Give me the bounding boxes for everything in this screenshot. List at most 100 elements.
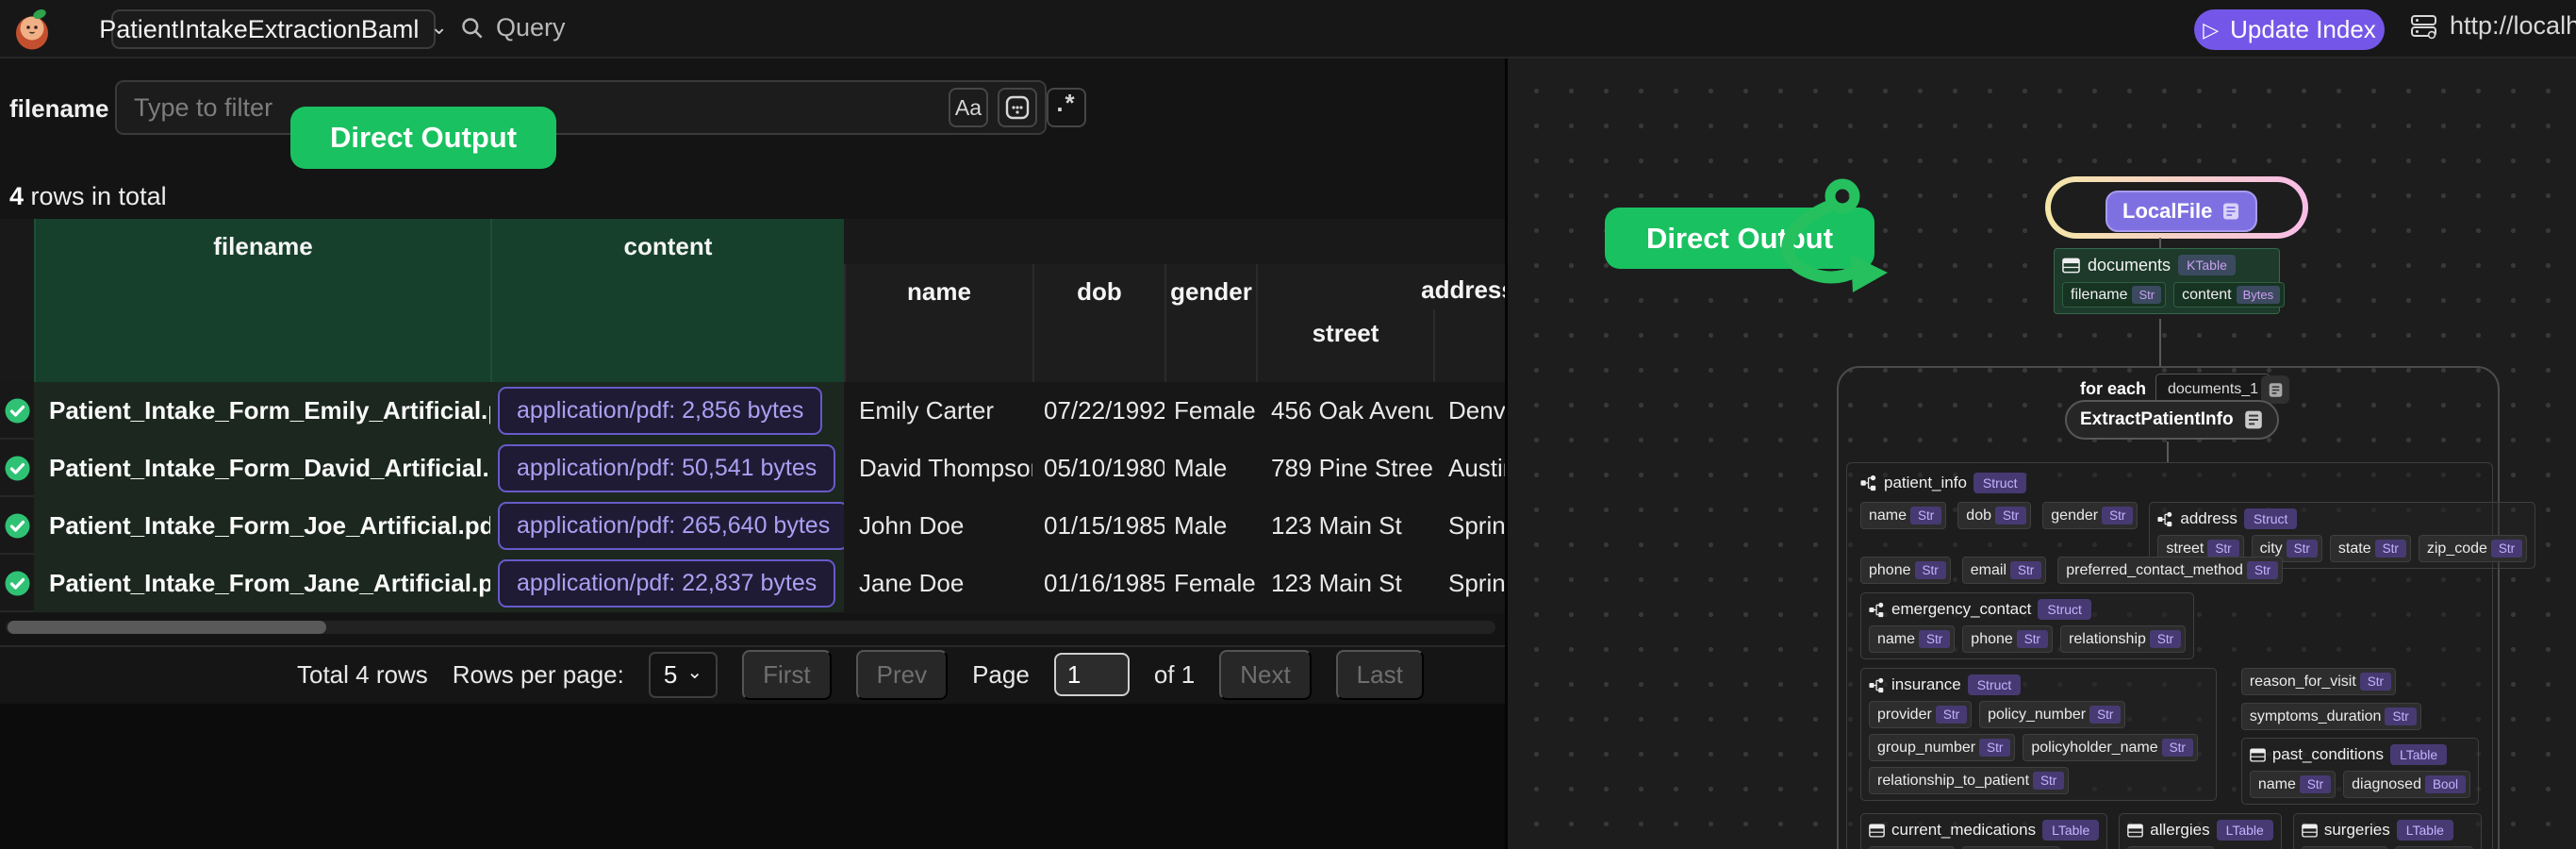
- pagination-bar: Total 4 rows Rows per page: 5 ⌄ First Pr…: [0, 645, 1505, 702]
- filter-column-label: filename: [9, 94, 109, 124]
- cell-content: application/pdf: 2,856 bytes: [490, 382, 844, 440]
- field-chip[interactable]: phoneStr: [1962, 625, 2053, 653]
- cell-name: Jane Doe: [844, 555, 1032, 612]
- cell-dob: 07/22/1992: [1032, 382, 1164, 440]
- content-pill[interactable]: application/pdf: 50,541 bytes: [498, 444, 835, 492]
- content-pill[interactable]: application/pdf: 265,640 bytes: [498, 502, 844, 550]
- cell-name: John Doe: [844, 497, 1032, 555]
- filter-input[interactable]: [115, 80, 1047, 135]
- field-chip[interactable]: nameStr: [1869, 625, 1955, 653]
- field-chip[interactable]: phoneStr: [1860, 557, 1951, 584]
- regex-icon[interactable]: .*: [1047, 88, 1086, 127]
- cell-gender: Male: [1164, 497, 1256, 555]
- documents-table-node[interactable]: documents KTable filenameStr contentByte…: [2054, 248, 2280, 314]
- field-chip[interactable]: policy_numberStr: [1979, 701, 2125, 728]
- scrollbar-thumb[interactable]: [8, 621, 326, 634]
- cell-city: Denver: [1433, 382, 1505, 440]
- rows-per-page-label: Rows per page:: [453, 660, 624, 690]
- server-url: http://localhos: [2410, 11, 2576, 41]
- field-chip[interactable]: relationship_to_patientStr: [1869, 767, 2069, 794]
- type-badge: LTable: [2397, 820, 2453, 841]
- struct-icon: [1860, 474, 1877, 491]
- field-chip[interactable]: nameStr: [1860, 502, 1946, 529]
- pipeline-dropdown[interactable]: PatientIntakeExtractionBaml ⌄: [111, 9, 436, 49]
- type-badge: LTable: [2042, 820, 2099, 841]
- results-table-panel: filename Aa .* Direct Output 4 rows in t…: [0, 58, 1505, 849]
- field-chip[interactable]: emailStr: [1962, 557, 2047, 584]
- surgeries-table-box[interactable]: surgeries LTable nameStr dateStr: [2293, 813, 2482, 849]
- struct-icon: [2157, 511, 2173, 527]
- check-circle-icon: [5, 513, 30, 539]
- table-row[interactable]: Patient_Intake_From_Jane_Artificial.pdf …: [0, 555, 1505, 612]
- last-page-button[interactable]: Last: [1336, 650, 1424, 700]
- horizontal-scrollbar[interactable]: [6, 621, 1495, 634]
- col-header-filename[interactable]: filename: [34, 219, 490, 382]
- table-row[interactable]: Patient_Intake_Form_David_Artificial.pdf…: [0, 440, 1505, 497]
- rows-total: 4 rows in total: [9, 182, 167, 211]
- col-header-name[interactable]: name: [844, 264, 1032, 382]
- check-circle-icon: [5, 456, 30, 481]
- foreach-group[interactable]: for each documents_1 ExtractPatientInfo: [1837, 366, 2500, 849]
- page-number-input[interactable]: [1054, 653, 1130, 696]
- table-row[interactable]: Patient_Intake_Form_Joe_Artificial.pdf a…: [0, 497, 1505, 555]
- cell-city: Springfield: [1433, 497, 1505, 555]
- localfile-node[interactable]: LocalFile: [2105, 191, 2257, 232]
- type-badge: LTable: [2390, 744, 2447, 765]
- first-page-button[interactable]: First: [742, 650, 832, 700]
- col-header-address[interactable]: address: [1256, 264, 1505, 309]
- type-badge: KTable: [2178, 255, 2236, 275]
- field-chip[interactable]: nameStr: [2250, 771, 2336, 798]
- annotation-arrow-icon: [1762, 177, 1904, 298]
- field-chip[interactable]: relationshipStr: [2060, 625, 2186, 653]
- query-label: Query: [496, 13, 566, 42]
- field-chip[interactable]: contentBytes: [2173, 282, 2285, 308]
- col-header-city[interactable]: city: [1433, 309, 1505, 382]
- schema-root-header[interactable]: patient_info Struct: [1860, 473, 2479, 493]
- col-header-street[interactable]: street: [1256, 309, 1433, 382]
- table-icon: [2302, 823, 2318, 839]
- past-conditions-table-box[interactable]: past_conditions LTable nameStr diagnosed…: [2241, 738, 2479, 805]
- field-chip[interactable]: group_numberStr: [1869, 734, 2015, 761]
- current-medications-table-box[interactable]: current_medications LTable nameStr dosag…: [1860, 813, 2107, 849]
- panel-footer-space: [0, 704, 1505, 849]
- cell-filename: Patient_Intake_Form_Joe_Artificial.pdf: [34, 497, 490, 555]
- update-index-button[interactable]: ▷ Update Index: [2194, 9, 2385, 50]
- connector-line: [2167, 441, 2169, 462]
- foreach-doc-button[interactable]: [2261, 375, 2289, 404]
- field-chip[interactable]: filenameStr: [2062, 282, 2166, 308]
- match-case-icon[interactable]: Aa: [949, 88, 988, 127]
- content-pill[interactable]: application/pdf: 22,837 bytes: [498, 559, 835, 608]
- field-chip[interactable]: policyholder_nameStr: [2023, 734, 2198, 761]
- rows-per-page-select[interactable]: 5 ⌄: [649, 652, 718, 698]
- field-chip[interactable]: diagnosedBool: [2343, 771, 2470, 798]
- col-header-content[interactable]: content: [490, 219, 844, 382]
- table-icon: [1869, 823, 1885, 839]
- col-header-dob[interactable]: dob: [1032, 264, 1164, 382]
- table-icon: [2062, 257, 2080, 275]
- check-circle-icon: [5, 398, 30, 424]
- field-chip[interactable]: symptoms_durationStr: [2241, 703, 2421, 730]
- emergency-contact-struct-box[interactable]: emergency_contact Struct nameStr phoneSt…: [1860, 592, 2194, 659]
- next-page-button[interactable]: Next: [1219, 650, 1311, 700]
- query-search[interactable]: Query: [459, 13, 566, 42]
- pipeline-canvas[interactable]: Direct Output LocalFile documents KTable: [1508, 58, 2576, 849]
- field-chip[interactable]: providerStr: [1869, 701, 1972, 728]
- extract-patient-info-node[interactable]: ExtractPatientInfo: [2065, 400, 2279, 440]
- type-badge: Struct: [2244, 508, 2298, 529]
- content-pill[interactable]: application/pdf: 2,856 bytes: [498, 387, 822, 435]
- insurance-struct-box[interactable]: insurance Struct providerStr policy_numb…: [1860, 668, 2217, 801]
- pagination-total: Total 4 rows: [297, 660, 428, 690]
- match-cell-icon[interactable]: [998, 88, 1037, 127]
- field-chip[interactable]: preferred_contact_methodStr: [2057, 557, 2283, 584]
- allergies-table-box[interactable]: allergies LTable nameStr: [2119, 813, 2282, 849]
- field-chip[interactable]: dobStr: [1957, 502, 2031, 529]
- col-header-gender[interactable]: gender: [1164, 264, 1256, 382]
- cell-gender: Male: [1164, 440, 1256, 497]
- cell-name: Emily Carter: [844, 382, 1032, 440]
- field-chip[interactable]: genderStr: [2042, 502, 2138, 529]
- field-chip[interactable]: reason_for_visitStr: [2241, 668, 2396, 695]
- table-row[interactable]: Patient_Intake_Form_Emily_Artificial.pdf…: [0, 382, 1505, 440]
- prev-page-button[interactable]: Prev: [856, 650, 948, 700]
- chevron-down-icon: ⌄: [430, 15, 447, 40]
- cell-street: 123 Main St: [1256, 497, 1433, 555]
